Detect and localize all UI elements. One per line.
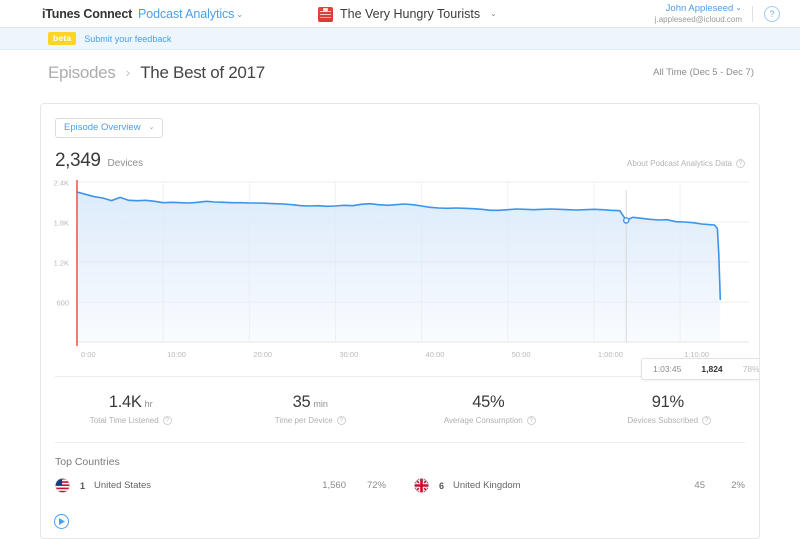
country-name: United Kingdom bbox=[453, 480, 521, 491]
top-countries-grid: 1 United States 1,560 72% 6 United Kingd… bbox=[41, 468, 759, 493]
account-name-text: John Appleseed bbox=[665, 2, 734, 14]
stat-label-row: Time per Device ? bbox=[221, 416, 401, 425]
svg-text:1:00:00: 1:00:00 bbox=[598, 350, 623, 359]
uk-flag-svg bbox=[414, 478, 429, 493]
help-icon[interactable]: ? bbox=[526, 416, 536, 425]
svg-text:1.8K: 1.8K bbox=[54, 219, 69, 228]
country-name: United States bbox=[94, 480, 152, 491]
stat-label-row: Devices Subscribed ? bbox=[580, 416, 760, 425]
svg-text:20:00: 20:00 bbox=[253, 350, 272, 359]
help-icon[interactable]: ? bbox=[764, 6, 780, 22]
beta-banner: beta Submit your feedback bbox=[0, 28, 800, 50]
chart-tooltip: 1:03:45 1,824 78% bbox=[641, 358, 760, 380]
country-devices: 1,560 bbox=[322, 480, 346, 491]
brand-podcast-analytics-menu[interactable]: Podcast Analytics ⌄ bbox=[138, 7, 243, 21]
stat-label: Total Time Listened bbox=[89, 416, 159, 425]
chevron-down-icon: ⌄ bbox=[236, 9, 243, 19]
tooltip-percent: 78% bbox=[742, 364, 760, 374]
us-flag-icon bbox=[55, 478, 70, 493]
stat-label-row: Average Consumption ? bbox=[400, 416, 580, 425]
svg-text:50:00: 50:00 bbox=[512, 350, 531, 359]
brand-section-label: Podcast Analytics bbox=[138, 6, 235, 21]
help-icon[interactable]: ? bbox=[336, 416, 346, 425]
stat-number: 35 bbox=[292, 393, 311, 411]
svg-text:1.2K: 1.2K bbox=[54, 259, 69, 268]
stat-label: Time per Device bbox=[274, 416, 333, 425]
us-flag-svg bbox=[55, 478, 70, 493]
stat-number: 91% bbox=[651, 393, 684, 411]
stat-unit: hr bbox=[144, 399, 153, 409]
account-menu[interactable]: John Appleseed ⌄ j.appleseed@icloud.com bbox=[655, 0, 742, 28]
stat-number: 45% bbox=[472, 393, 505, 411]
country-rank: 6 bbox=[439, 480, 445, 491]
playback-retention-chart[interactable]: 600 1.2K 1.8K 2.4K 0:00 10:00 20:00 30:00 40:00 5… bbox=[41, 176, 759, 529]
brand-block: iTunes Connect Podcast Analytics ⌄ bbox=[0, 7, 243, 21]
svg-text:10:00: 10:00 bbox=[167, 350, 186, 359]
podcast-artwork-icon bbox=[318, 6, 333, 22]
tooltip-time: 1:03:45 bbox=[653, 364, 682, 374]
help-icon[interactable]: ? bbox=[162, 416, 172, 425]
svg-text:600: 600 bbox=[56, 299, 69, 308]
stat-number: 1.4K bbox=[108, 393, 142, 411]
top-countries-heading: Top Countries bbox=[55, 456, 120, 468]
nav-divider bbox=[752, 6, 753, 22]
stat-value: 91% bbox=[580, 393, 760, 412]
headline-metric-row: 2,349 Devices About Podcast Analytics Da… bbox=[41, 138, 759, 172]
view-selector-row: Episode Overview ⌄ bbox=[41, 104, 759, 138]
tooltip-devices: 1,824 bbox=[701, 364, 723, 374]
svg-text:0:00: 0:00 bbox=[81, 350, 96, 359]
breadcrumb-separator-icon: › bbox=[125, 63, 131, 80]
country-row-united-states[interactable]: 1 United States 1,560 72% bbox=[55, 478, 386, 493]
play-button[interactable] bbox=[54, 514, 69, 529]
submit-feedback-link[interactable]: Submit your feedback bbox=[84, 34, 171, 44]
top-navigation-bar: iTunes Connect Podcast Analytics ⌄ The Ve… bbox=[0, 0, 800, 28]
breadcrumb-episodes-link[interactable]: Episodes bbox=[48, 63, 116, 83]
chevron-down-icon: ⌄ bbox=[735, 2, 742, 12]
stat-label: Devices Subscribed bbox=[627, 416, 699, 425]
account-name-label: John Appleseed ⌄ bbox=[665, 2, 742, 15]
stat-value: 35 min bbox=[221, 393, 401, 412]
summary-stats-row: 1.4K hr Total Time Listened ? 35 min Time … bbox=[41, 377, 759, 442]
country-rank: 1 bbox=[80, 480, 86, 491]
beta-badge: beta bbox=[48, 31, 77, 46]
uk-flag-icon bbox=[414, 478, 429, 493]
stat-total-time-listened: 1.4K hr Total Time Listened ? bbox=[41, 393, 221, 425]
episode-overview-label: Episode Overview bbox=[64, 122, 141, 133]
chevron-down-icon: ⌄ bbox=[490, 8, 497, 18]
country-percent: 2% bbox=[731, 480, 745, 491]
stat-label-row: Total Time Listened ? bbox=[41, 416, 221, 425]
help-icon[interactable]: ? bbox=[702, 416, 712, 425]
stat-average-consumption: 45% Average Consumption ? bbox=[400, 393, 580, 425]
episode-overview-dropdown[interactable]: Episode Overview ⌄ bbox=[55, 118, 164, 138]
stat-value: 45% bbox=[400, 393, 580, 412]
devices-count-value: 2,349 bbox=[55, 150, 101, 171]
svg-text:30:00: 30:00 bbox=[339, 350, 358, 359]
account-email-label: j.appleseed@icloud.com bbox=[654, 14, 742, 24]
devices-count-unit: Devices bbox=[107, 158, 144, 169]
page-header: Episodes › The Best of 2017 All Time (De… bbox=[0, 50, 800, 95]
play-icon bbox=[58, 518, 65, 525]
stat-value: 1.4K hr bbox=[41, 393, 221, 412]
stat-devices-subscribed: 91% Devices Subscribed ? bbox=[580, 393, 760, 425]
stat-time-per-device: 35 min Time per Device ? bbox=[221, 393, 401, 425]
date-range-label[interactable]: All Time (Dec 5 - Dec 7) bbox=[653, 67, 754, 78]
analytics-card: Episode Overview ⌄ 2,349 Devices About P… bbox=[40, 103, 760, 539]
help-icon: ? bbox=[736, 159, 745, 168]
country-devices: 45 bbox=[694, 480, 705, 491]
svg-text:40:00: 40:00 bbox=[426, 350, 445, 359]
stat-unit: min bbox=[313, 399, 328, 409]
brand-itunes-connect: iTunes Connect bbox=[42, 6, 133, 21]
about-link-label: About Podcast Analytics Data bbox=[627, 159, 732, 168]
stat-label: Average Consumption bbox=[443, 416, 523, 425]
country-percent: 72% bbox=[366, 480, 386, 491]
chevron-down-icon: ⌄ bbox=[148, 123, 155, 131]
svg-text:2.4K: 2.4K bbox=[54, 179, 69, 188]
show-name-label: The Very Hungry Tourists bbox=[340, 7, 481, 21]
page-title: The Best of 2017 bbox=[140, 62, 265, 82]
show-selector[interactable]: The Very Hungry Tourists ⌄ bbox=[318, 0, 497, 28]
about-podcast-analytics-link[interactable]: About Podcast Analytics Data ? bbox=[627, 159, 745, 168]
country-row-united-kingdom[interactable]: 6 United Kingdom 45 2% bbox=[414, 478, 745, 493]
chart-svg: 600 1.2K 1.8K 2.4K 0:00 10:00 20:00 30:00 40:00 5… bbox=[54, 179, 749, 359]
